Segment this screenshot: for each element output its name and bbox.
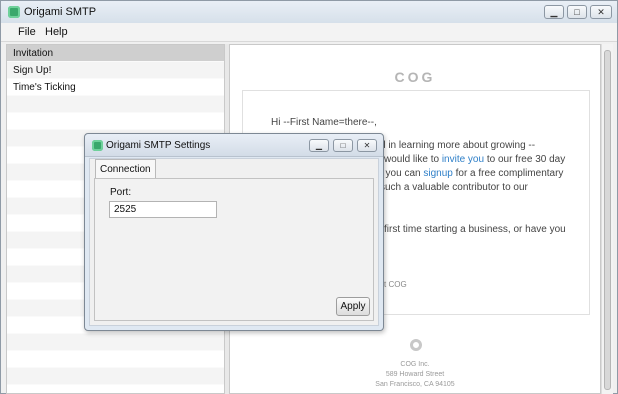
port-input[interactable] — [109, 201, 217, 218]
list-item-empty — [7, 334, 224, 351]
list-item-sign-up[interactable]: Sign Up! — [7, 62, 224, 79]
port-label: Port: — [110, 187, 132, 198]
maximize-icon: □ — [574, 6, 580, 17]
email-text-line: , you can signup for a free complimentar… — [380, 168, 564, 179]
minimize-icon: ▁ — [315, 140, 323, 150]
title-bar: Origami SMTP ▁ □ ✕ — [1, 1, 617, 24]
dialog-close-button[interactable]: ✕ — [357, 139, 377, 152]
menu-bar: File Help — [1, 23, 617, 42]
dialog-title: Origami SMTP Settings — [106, 140, 211, 151]
list-item-invitation[interactable]: Invitation — [7, 45, 224, 62]
email-text-line: l would like to invite you to our free 3… — [379, 154, 566, 165]
footer-city: San Francisco, CA 94105 — [375, 381, 455, 388]
window-title: Origami SMTP — [24, 6, 97, 18]
preview-scrollbar[interactable] — [601, 44, 613, 394]
list-item-times-ticking[interactable]: Time's Ticking — [7, 79, 224, 96]
footer-logo-icon — [410, 339, 422, 351]
dialog-body: Connection Port: Apply — [89, 158, 379, 326]
dialog-maximize-button[interactable]: □ — [333, 139, 353, 152]
connection-panel: Port: Apply — [94, 178, 374, 321]
tab-connection[interactable]: Connection — [95, 159, 156, 178]
dialog-app-icon — [92, 140, 103, 151]
minimize-icon: ▁ — [550, 6, 558, 17]
dialog-title-bar: Origami SMTP Settings ▁ □ ✕ — [85, 134, 383, 157]
menu-file[interactable]: File — [18, 26, 36, 38]
apply-button[interactable]: Apply — [336, 297, 370, 316]
menu-help[interactable]: Help — [45, 26, 68, 38]
email-signoff: t COG — [384, 280, 407, 289]
list-item-empty — [7, 385, 224, 393]
list-item-empty — [7, 368, 224, 385]
dialog-minimize-button[interactable]: ▁ — [309, 139, 329, 152]
footer-street: 589 Howard Street — [385, 371, 445, 378]
email-text-line: such a valuable contributor to our — [380, 182, 528, 193]
list-item-empty — [7, 351, 224, 368]
close-icon: ✕ — [363, 140, 371, 150]
invite-link[interactable]: invite you — [442, 154, 484, 165]
close-icon: ✕ — [597, 6, 605, 17]
email-text-line: first time starting a business, or have … — [384, 224, 566, 235]
settings-dialog: Origami SMTP Settings ▁ □ ✕ Connection P… — [84, 133, 384, 331]
email-greeting: Hi --First Name=there--, — [271, 117, 377, 128]
signup-link[interactable]: signup — [423, 168, 452, 179]
close-button[interactable]: ✕ — [590, 5, 612, 19]
maximize-button[interactable]: □ — [567, 5, 587, 19]
cog-logo: COG — [394, 69, 436, 85]
list-item-empty — [7, 113, 224, 130]
minimize-button[interactable]: ▁ — [544, 5, 564, 19]
scrollbar-thumb[interactable] — [604, 50, 611, 390]
footer-company: COG Inc. — [400, 361, 430, 368]
maximize-icon: □ — [340, 140, 346, 150]
list-item-empty — [7, 96, 224, 113]
app-icon — [8, 6, 20, 18]
email-text-line: d in learning more about growing -- — [380, 140, 536, 151]
